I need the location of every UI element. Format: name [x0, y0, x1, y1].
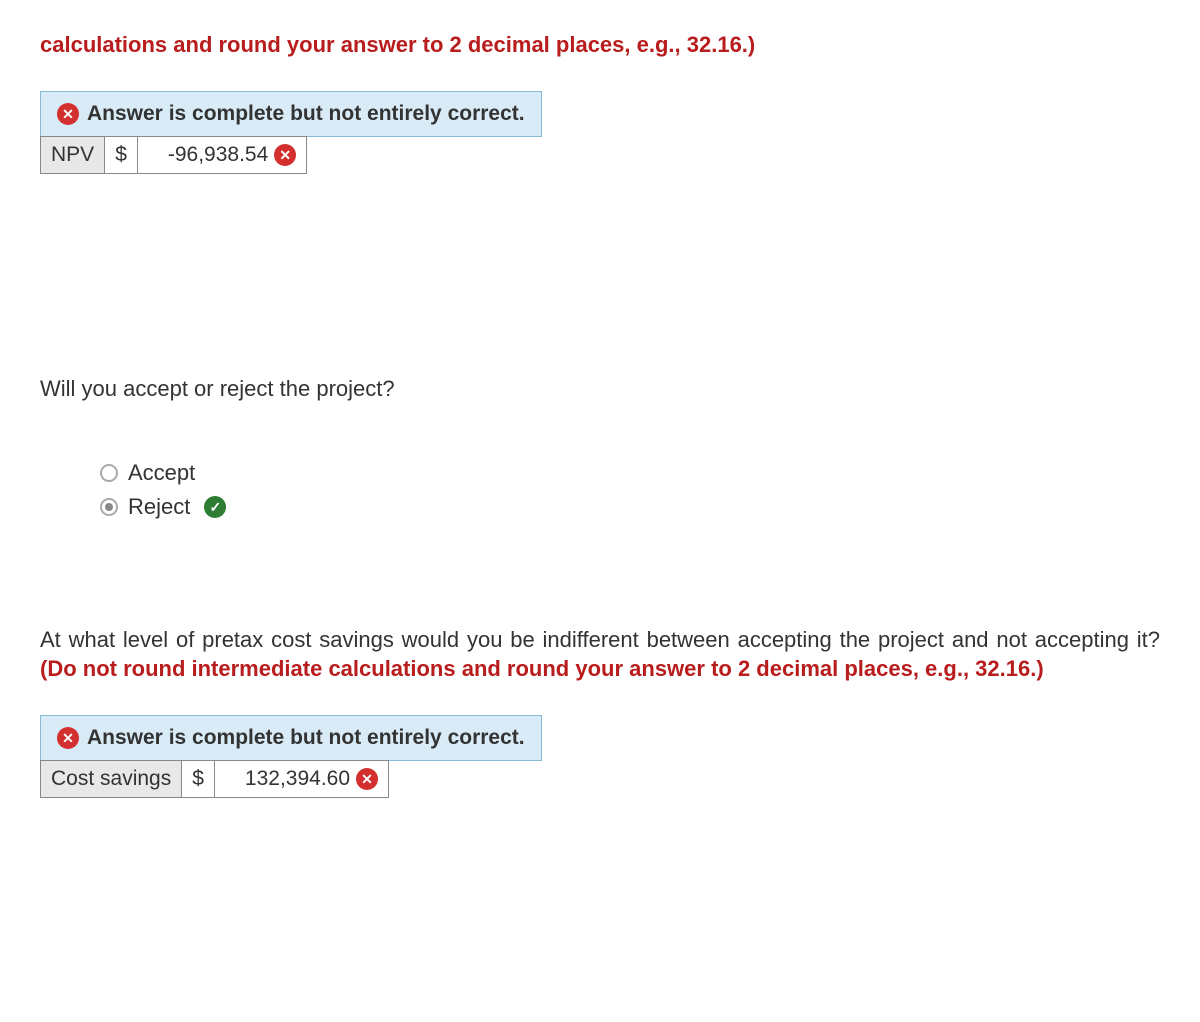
feedback-message-2: Answer is complete but not entirely corr…	[87, 726, 525, 750]
cost-savings-answer-row: Cost savings $ 132,394.60 ✕	[40, 760, 389, 798]
accept-reject-question: Will you accept or reject the project?	[40, 374, 1160, 405]
npv-answer-row: NPV $ -96,938.54 ✕	[40, 136, 307, 174]
radio-circle-accept[interactable]	[100, 464, 118, 482]
radio-option-accept[interactable]: Accept	[100, 460, 1160, 486]
check-icon: ✓	[204, 496, 226, 518]
cost-savings-label: Cost savings	[41, 761, 182, 797]
npv-value: -96,938.54	[148, 143, 268, 167]
cost-savings-value: 132,394.60	[225, 767, 350, 791]
radio-circle-reject[interactable]	[100, 498, 118, 516]
radio-label-reject: Reject	[128, 494, 190, 520]
cost-savings-currency: $	[182, 761, 215, 797]
feedback-box-1: ✕ Answer is complete but not entirely co…	[40, 91, 542, 137]
pretax-question-text: At what level of pretax cost savings wou…	[40, 627, 1160, 652]
npv-value-cell: -96,938.54 ✕	[138, 137, 306, 173]
top-instruction: calculations and round your answer to 2 …	[40, 30, 1160, 61]
npv-label: NPV	[41, 137, 105, 173]
feedback-box-2: ✕ Answer is complete but not entirely co…	[40, 715, 542, 761]
feedback-message-1: Answer is complete but not entirely corr…	[87, 102, 525, 126]
x-icon: ✕	[356, 768, 378, 790]
radio-group: Accept Reject ✓	[100, 460, 1160, 520]
cost-savings-value-cell: 132,394.60 ✕	[215, 761, 388, 797]
npv-currency: $	[105, 137, 138, 173]
x-icon: ✕	[274, 144, 296, 166]
radio-label-accept: Accept	[128, 460, 195, 486]
x-icon: ✕	[57, 103, 79, 125]
pretax-question: At what level of pretax cost savings wou…	[40, 625, 1160, 685]
x-icon: ✕	[57, 727, 79, 749]
pretax-question-instruction: (Do not round intermediate calculations …	[40, 656, 1044, 681]
radio-option-reject[interactable]: Reject ✓	[100, 494, 1160, 520]
